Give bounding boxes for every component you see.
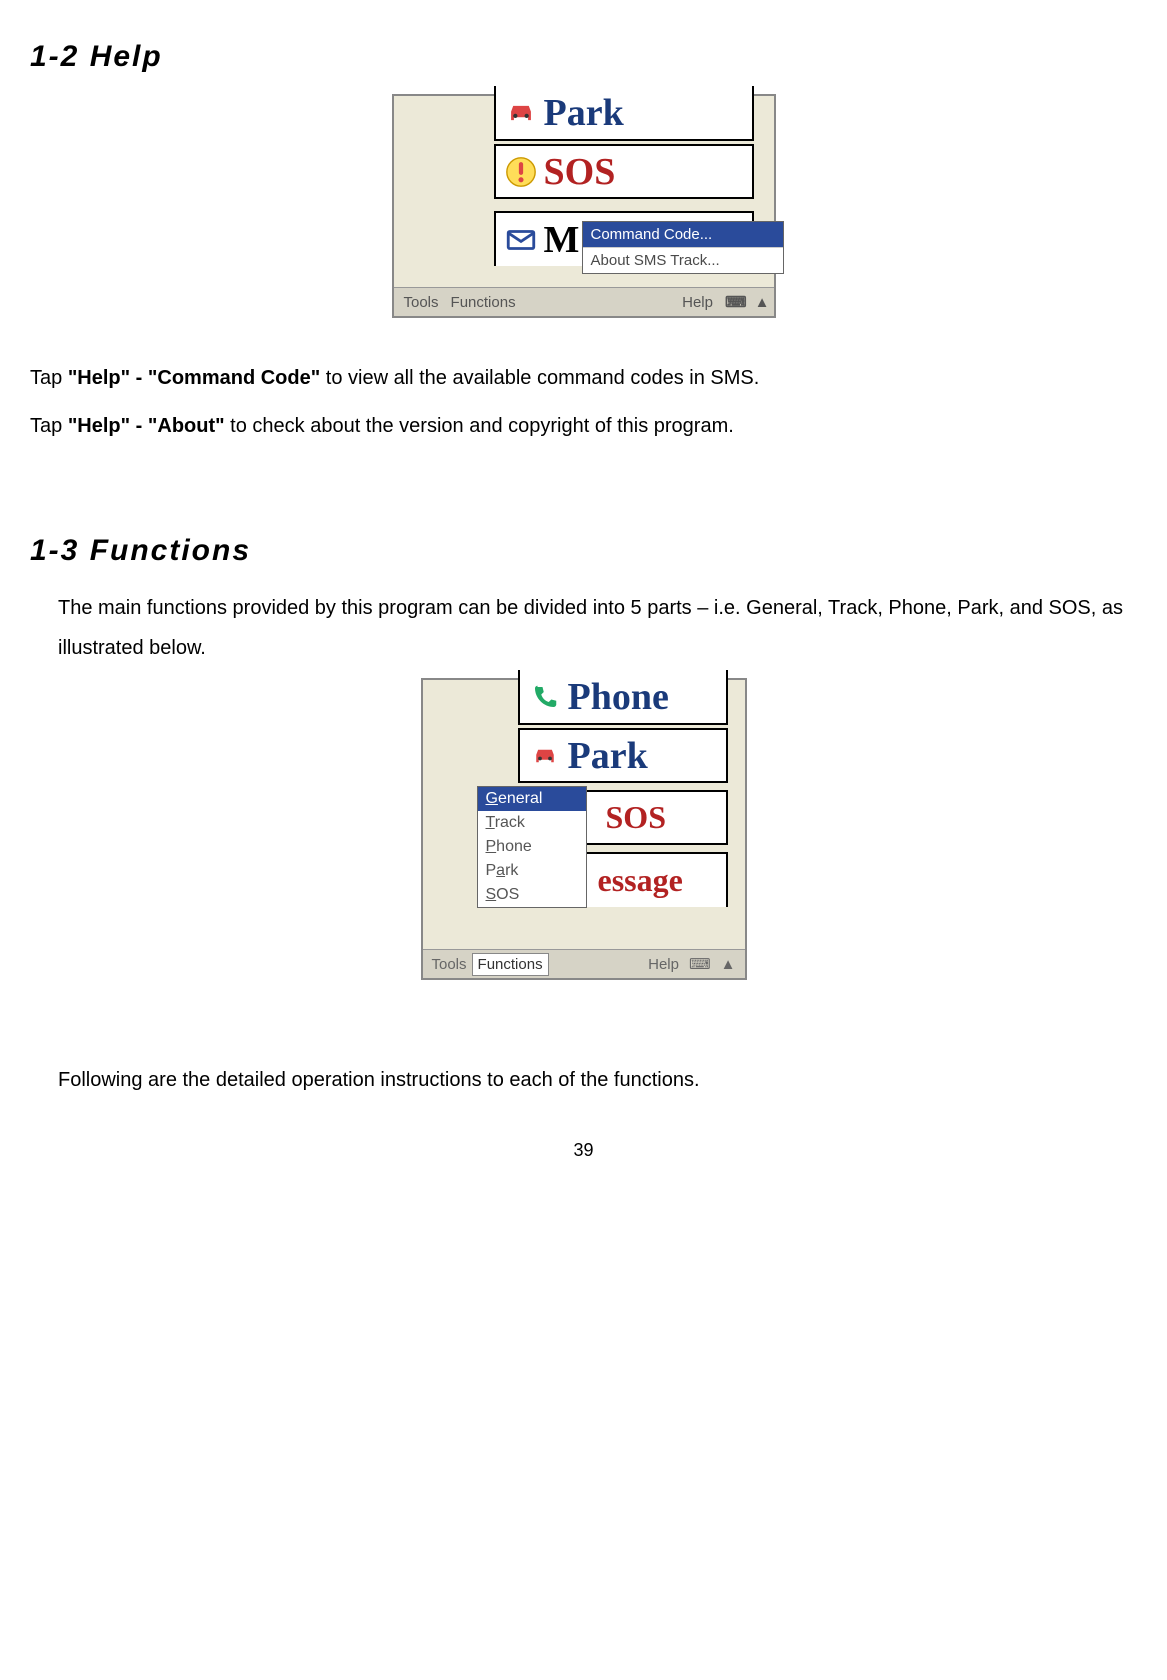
functions-popup-menu: General Track Phone Park SOS xyxy=(477,786,587,908)
paragraph-following: Following are the detailed operation ins… xyxy=(30,1060,1137,1100)
menu-item-track[interactable]: Track xyxy=(478,811,586,835)
section-heading-1-3: 1-3 Functions xyxy=(30,534,1137,568)
phone-icon xyxy=(526,678,564,716)
screenshot-functions-menu: Phone Park SOS essage General Track Phon… xyxy=(421,678,747,980)
page-number: 39 xyxy=(30,1140,1137,1161)
app-row-phone[interactable]: Phone xyxy=(518,670,728,725)
menu-item-park[interactable]: Park xyxy=(478,859,586,883)
app-row-park[interactable]: Park xyxy=(494,86,754,141)
menu-functions-2[interactable]: Functions xyxy=(472,953,549,976)
sos-label: SOS xyxy=(544,150,616,194)
text: Tap xyxy=(30,367,68,389)
menu-help[interactable]: Help xyxy=(676,292,719,313)
park-label-2: Park xyxy=(568,734,648,778)
section-heading-1-2: 1-2 Help xyxy=(30,40,1137,74)
paragraph-command-code: Tap "Help" - "Command Code" to view all … xyxy=(30,358,1137,398)
menu-help-2[interactable]: Help xyxy=(643,954,684,975)
text: to check about the version and copyright… xyxy=(225,415,734,437)
alert-icon xyxy=(502,153,540,191)
park-label: Park xyxy=(544,91,624,135)
menu-functions[interactable]: Functions xyxy=(445,292,522,313)
menu-tools-2[interactable]: Tools xyxy=(427,954,472,975)
car-icon xyxy=(502,94,540,132)
menu-item-command-code[interactable]: Command Code... xyxy=(583,222,783,248)
paragraph-functions-intro: The main functions provided by this prog… xyxy=(30,588,1137,668)
sos-label-partial: SOS xyxy=(606,799,666,836)
chevron-up-icon[interactable]: ▲ xyxy=(755,294,770,311)
menu-item-phone[interactable]: Phone xyxy=(478,835,586,859)
envelope-icon xyxy=(502,221,540,259)
message-label-partial-2: essage xyxy=(598,862,683,899)
menubar-2: Tools Functions Help ⌨ ▲ xyxy=(423,949,745,978)
paragraph-about: Tap "Help" - "About" to check about the … xyxy=(30,406,1137,446)
help-popup-menu: Command Code... About SMS Track... xyxy=(582,221,784,274)
screenshot-1-wrap: Park SOS M Command Code... About SMS Tra… xyxy=(30,94,1137,318)
bold-text: "Help" - "About" xyxy=(68,415,225,437)
phone-label: Phone xyxy=(568,675,669,719)
message-label-partial: M xyxy=(544,218,580,262)
car-icon xyxy=(526,737,564,775)
menu-item-about[interactable]: About SMS Track... xyxy=(583,248,783,273)
sip-icon[interactable]: ⌨ xyxy=(719,291,753,313)
sip-icon-2[interactable]: ⌨ xyxy=(684,953,716,975)
menubar: Tools Functions Help ⌨ ▲ xyxy=(394,287,774,316)
app-row-park-2[interactable]: Park xyxy=(518,728,728,783)
menu-tools[interactable]: Tools xyxy=(398,292,445,313)
menu-item-sos[interactable]: SOS xyxy=(478,883,586,907)
text: to view all the available command codes … xyxy=(320,367,759,389)
text: Tap xyxy=(30,415,68,437)
app-row-sos[interactable]: SOS xyxy=(494,144,754,199)
bold-text: "Help" - "Command Code" xyxy=(68,367,320,389)
chevron-up-icon-2[interactable]: ▲ xyxy=(716,954,741,975)
menu-item-general[interactable]: General xyxy=(478,787,586,811)
screenshot-2-wrap: Phone Park SOS essage General Track Phon… xyxy=(30,678,1137,980)
screenshot-help-menu: Park SOS M Command Code... About SMS Tra… xyxy=(392,94,776,318)
